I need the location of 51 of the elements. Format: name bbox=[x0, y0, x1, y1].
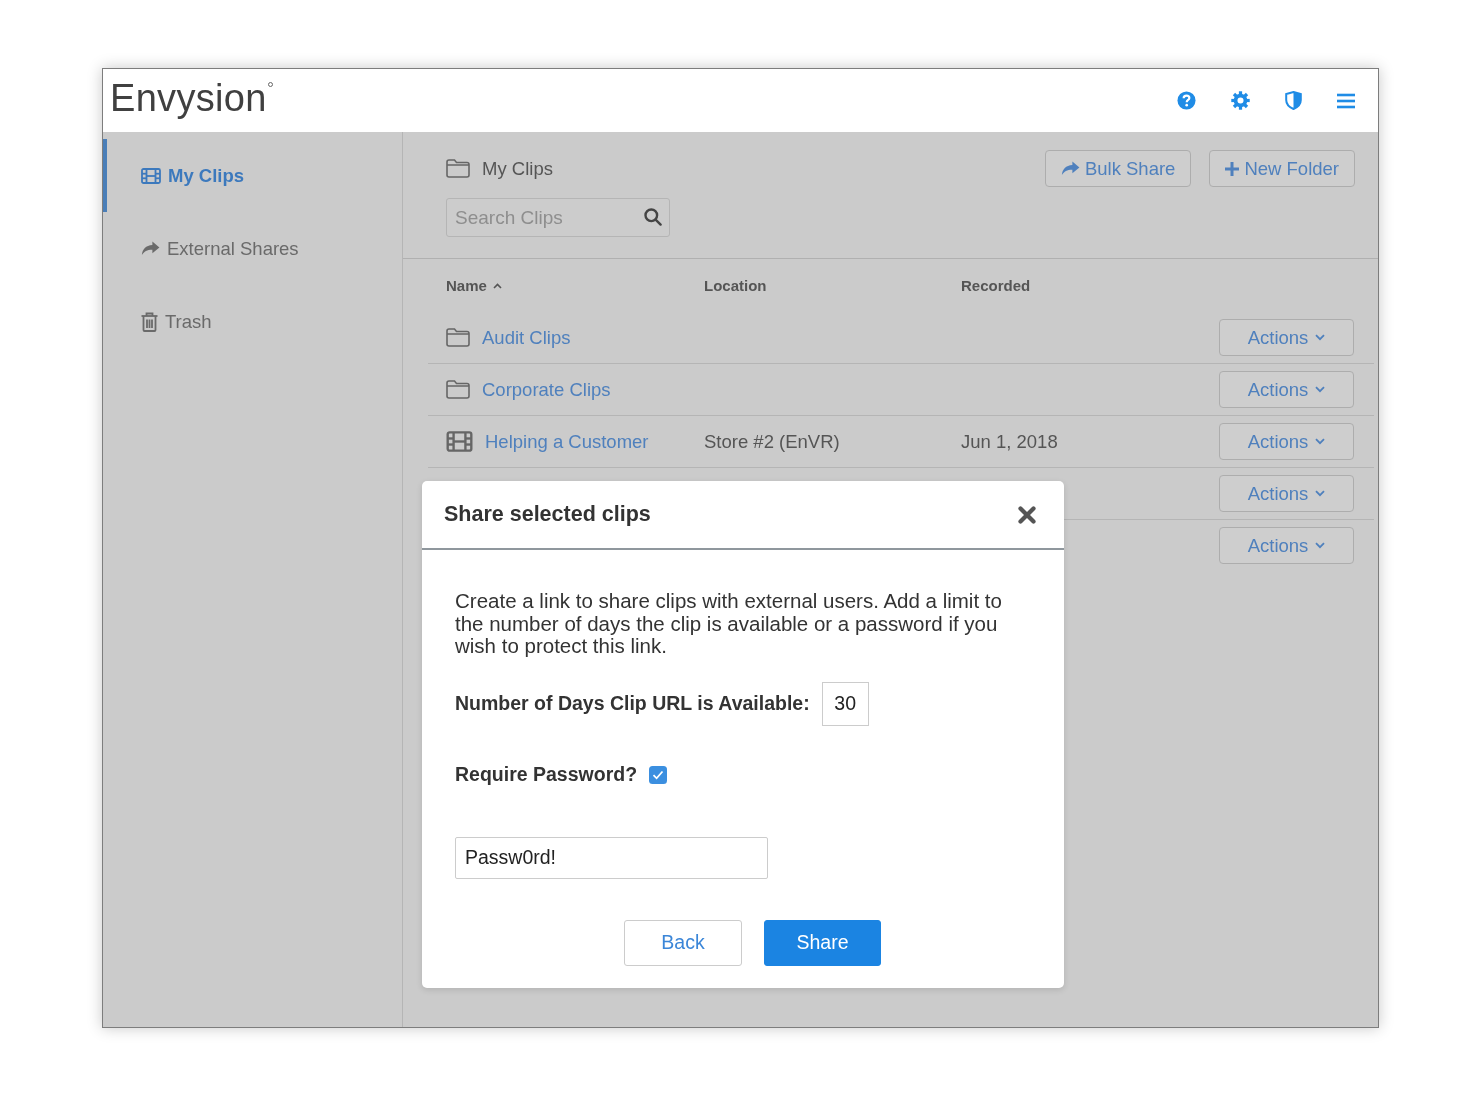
chevron-down-icon bbox=[1315, 490, 1326, 497]
password-label: Require Password? bbox=[455, 763, 638, 786]
actions-button[interactable]: Actions bbox=[1219, 475, 1354, 512]
location-cell: Store #2 (EnVR) bbox=[704, 430, 840, 452]
plus-icon bbox=[1225, 161, 1240, 176]
column-header[interactable]: Location bbox=[704, 277, 767, 294]
trademark-icon bbox=[267, 82, 273, 87]
folder-icon bbox=[446, 159, 470, 178]
sort-caret-icon bbox=[492, 282, 502, 289]
menu-icon[interactable] bbox=[1337, 92, 1355, 109]
search-field[interactable]: Search Clips bbox=[446, 198, 670, 237]
logo-text: Envysion bbox=[110, 78, 267, 117]
share-button[interactable]: Share bbox=[764, 919, 881, 966]
password-input[interactable]: Passw0rd! bbox=[455, 836, 768, 879]
chevron-down-icon bbox=[1315, 542, 1326, 549]
actions-button[interactable]: Actions bbox=[1219, 423, 1354, 460]
clip-name-link[interactable]: Corporate Clips bbox=[482, 378, 611, 401]
actions-button[interactable]: Actions bbox=[1219, 527, 1354, 564]
column-header[interactable]: Recorded bbox=[961, 277, 1031, 294]
actions-button[interactable]: Actions bbox=[1219, 371, 1354, 408]
toolbar-button[interactable]: Bulk Share bbox=[1044, 150, 1192, 187]
column-header[interactable]: Name bbox=[446, 277, 502, 294]
chevron-down-icon bbox=[1315, 334, 1326, 341]
breadcrumb-text: My Clips bbox=[482, 157, 553, 180]
folder-icon bbox=[446, 328, 470, 347]
sidebar-item[interactable]: External Shares bbox=[103, 212, 402, 285]
days-input[interactable]: 30 bbox=[821, 681, 869, 726]
actions-button[interactable]: Actions bbox=[1219, 319, 1354, 356]
settings-icon[interactable] bbox=[1231, 91, 1250, 110]
folder-icon bbox=[446, 380, 470, 399]
trash-icon bbox=[141, 311, 158, 332]
shield-icon[interactable] bbox=[1285, 91, 1302, 110]
days-label: Number of Days Clip URL is Available: bbox=[455, 692, 810, 715]
checkbox[interactable] bbox=[649, 765, 668, 784]
date-cell: Jun 1, 2018 bbox=[961, 430, 1058, 452]
clip-name-link[interactable]: Audit Clips bbox=[482, 326, 571, 349]
share-arrow-icon bbox=[1060, 161, 1080, 176]
description-text: Create a link to share clips with external users. Add a limit to the number of days the clip is available or a password if you wish to protect this link. bbox=[455, 590, 1003, 658]
modal-title: Share selected clips bbox=[444, 502, 651, 527]
clip-name-link[interactable]: Helping a Customer bbox=[485, 430, 649, 453]
film-icon bbox=[141, 167, 161, 184]
share-arrow-icon bbox=[141, 241, 160, 256]
search-icon[interactable] bbox=[644, 208, 662, 226]
close-icon[interactable] bbox=[1018, 505, 1036, 524]
help-icon[interactable] bbox=[1177, 91, 1196, 110]
film-icon bbox=[446, 431, 473, 452]
chevron-down-icon bbox=[1315, 386, 1326, 393]
sidebar-item[interactable]: Trash bbox=[103, 285, 402, 358]
back-button[interactable]: Back bbox=[624, 919, 742, 966]
chevron-down-icon bbox=[1315, 438, 1326, 445]
toolbar-button[interactable]: New Folder bbox=[1209, 150, 1355, 187]
